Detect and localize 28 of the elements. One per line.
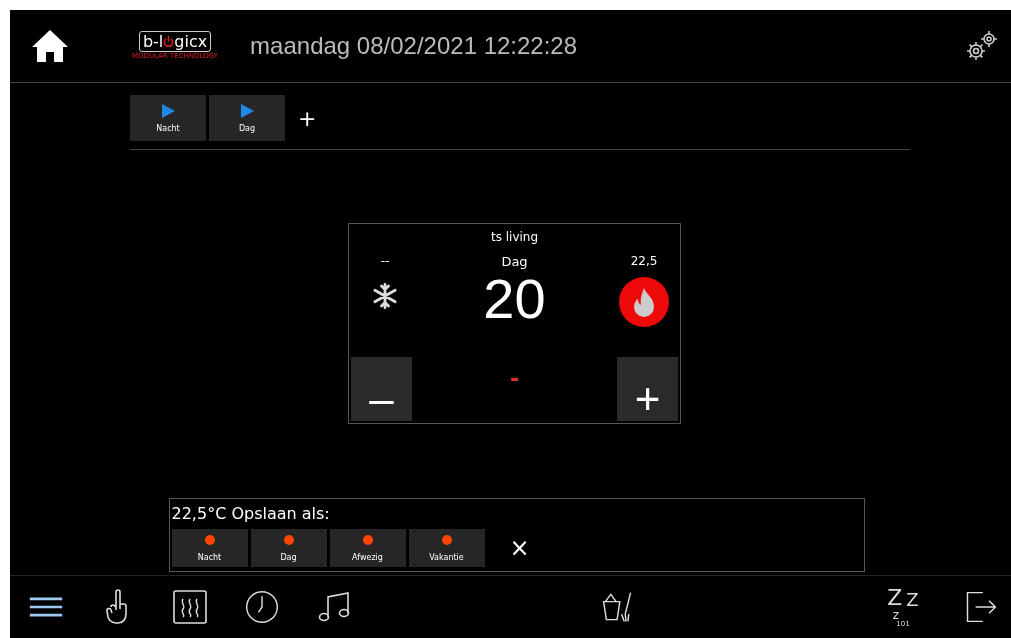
setpoint-value: 20 <box>483 269 546 329</box>
thermostat-name: ts living <box>490 230 539 244</box>
add-button[interactable]: + <box>294 105 321 131</box>
play-icon <box>161 103 175 118</box>
temperature-reading: 22,5 <box>630 254 658 268</box>
preset-button[interactable]: Nacht <box>171 529 248 567</box>
heater-icon[interactable] <box>172 589 208 625</box>
logo-text: gicx <box>174 32 208 51</box>
increase-button[interactable]: + <box>617 357 678 421</box>
mode-label: Dag <box>501 254 528 269</box>
scene-button[interactable]: Nacht <box>130 95 206 141</box>
date-time: maandag 08/02/2021 12:22:28 <box>250 32 578 60</box>
preset-button[interactable]: Dag <box>250 529 327 567</box>
cooling-reading: -- <box>380 254 390 268</box>
close-button[interactable]: × <box>505 534 534 562</box>
clock-icon[interactable] <box>244 589 280 625</box>
power-icon <box>163 35 175 48</box>
save-title: 22,5°C Opslaan als: <box>171 503 331 525</box>
settings-icon[interactable] <box>965 29 999 63</box>
logo-text: b-l <box>142 32 164 51</box>
scene-button[interactable]: Dag <box>209 95 285 141</box>
preset-button[interactable]: Vakantie <box>408 529 485 567</box>
play-icon <box>240 103 254 118</box>
preset-button[interactable]: Afwezig <box>329 529 406 567</box>
status-indicator: - <box>509 365 520 391</box>
home-icon[interactable] <box>30 28 70 64</box>
snowflake-icon <box>371 282 399 310</box>
decrease-button[interactable]: – <box>351 357 412 421</box>
